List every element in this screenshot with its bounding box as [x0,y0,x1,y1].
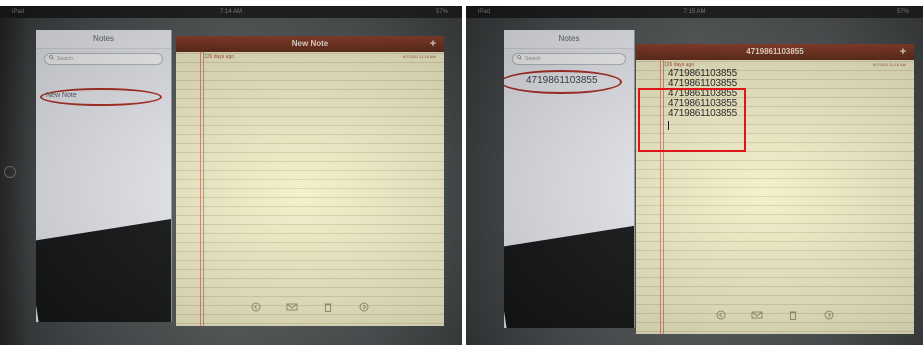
note-age: 126 days ago [204,54,235,60]
note-editor[interactable]: New Note + 126 days ago 8/7/2011 11:16 A… [176,36,444,326]
list-item[interactable]: 4719861103855 [526,75,598,86]
status-bar: iPad 7:14 AM 57% [0,6,462,18]
note-timestamp: 8/7/2011 11:16 AM [873,62,906,67]
notes-sidebar: Notes Search New Note [36,30,172,322]
note-title-bar: 4719861103855 + [636,44,914,60]
note-toolbar [636,308,914,322]
device-shadow [504,221,634,328]
search-input[interactable]: Search [44,53,163,65]
screenshot-right: iPad 7:15 AM 57% Notes Search 4719861103… [466,6,923,345]
mail-icon[interactable] [285,301,299,313]
note-title: 4719861103855 [746,47,804,56]
battery-label: 57% [896,9,909,15]
search-input[interactable]: Search [512,53,626,65]
margin-line [200,52,201,326]
camera-dot [4,166,16,178]
sidebar-title: Notes [36,30,171,49]
note-title: New Note [291,39,329,48]
search-icon [49,54,54,64]
sidebar-title: Notes [504,30,634,49]
annotation-box [638,88,746,152]
battery-label: 57% [435,9,448,15]
trash-icon[interactable] [321,301,335,313]
note-toolbar [176,300,444,314]
note-title-bar: New Note + [176,36,444,52]
status-bar: iPad 7:15 AM 57% [466,6,923,18]
screenshot-left: iPad 7:14 AM 57% Notes Search New Note N… [0,6,462,345]
add-note-button[interactable]: + [896,44,910,60]
search-placeholder: Search [57,56,73,62]
forward-icon[interactable] [822,309,836,321]
search-icon [517,54,522,64]
notes-sidebar: Notes Search 4719861103855 [504,30,635,328]
mail-icon[interactable] [750,309,764,321]
trash-icon[interactable] [786,309,800,321]
add-note-button[interactable]: + [426,36,440,52]
clock: 7:15 AM [683,9,706,15]
back-icon[interactable] [714,309,728,321]
search-placeholder: Search [525,56,541,62]
device-shadow [36,215,171,322]
list-item[interactable]: New Note [46,92,77,99]
margin-line [203,52,204,326]
back-icon[interactable] [249,301,263,313]
clock: 7:14 AM [219,9,242,15]
note-timestamp: 8/7/2011 11:16 AM [403,54,436,59]
forward-icon[interactable] [357,301,371,313]
